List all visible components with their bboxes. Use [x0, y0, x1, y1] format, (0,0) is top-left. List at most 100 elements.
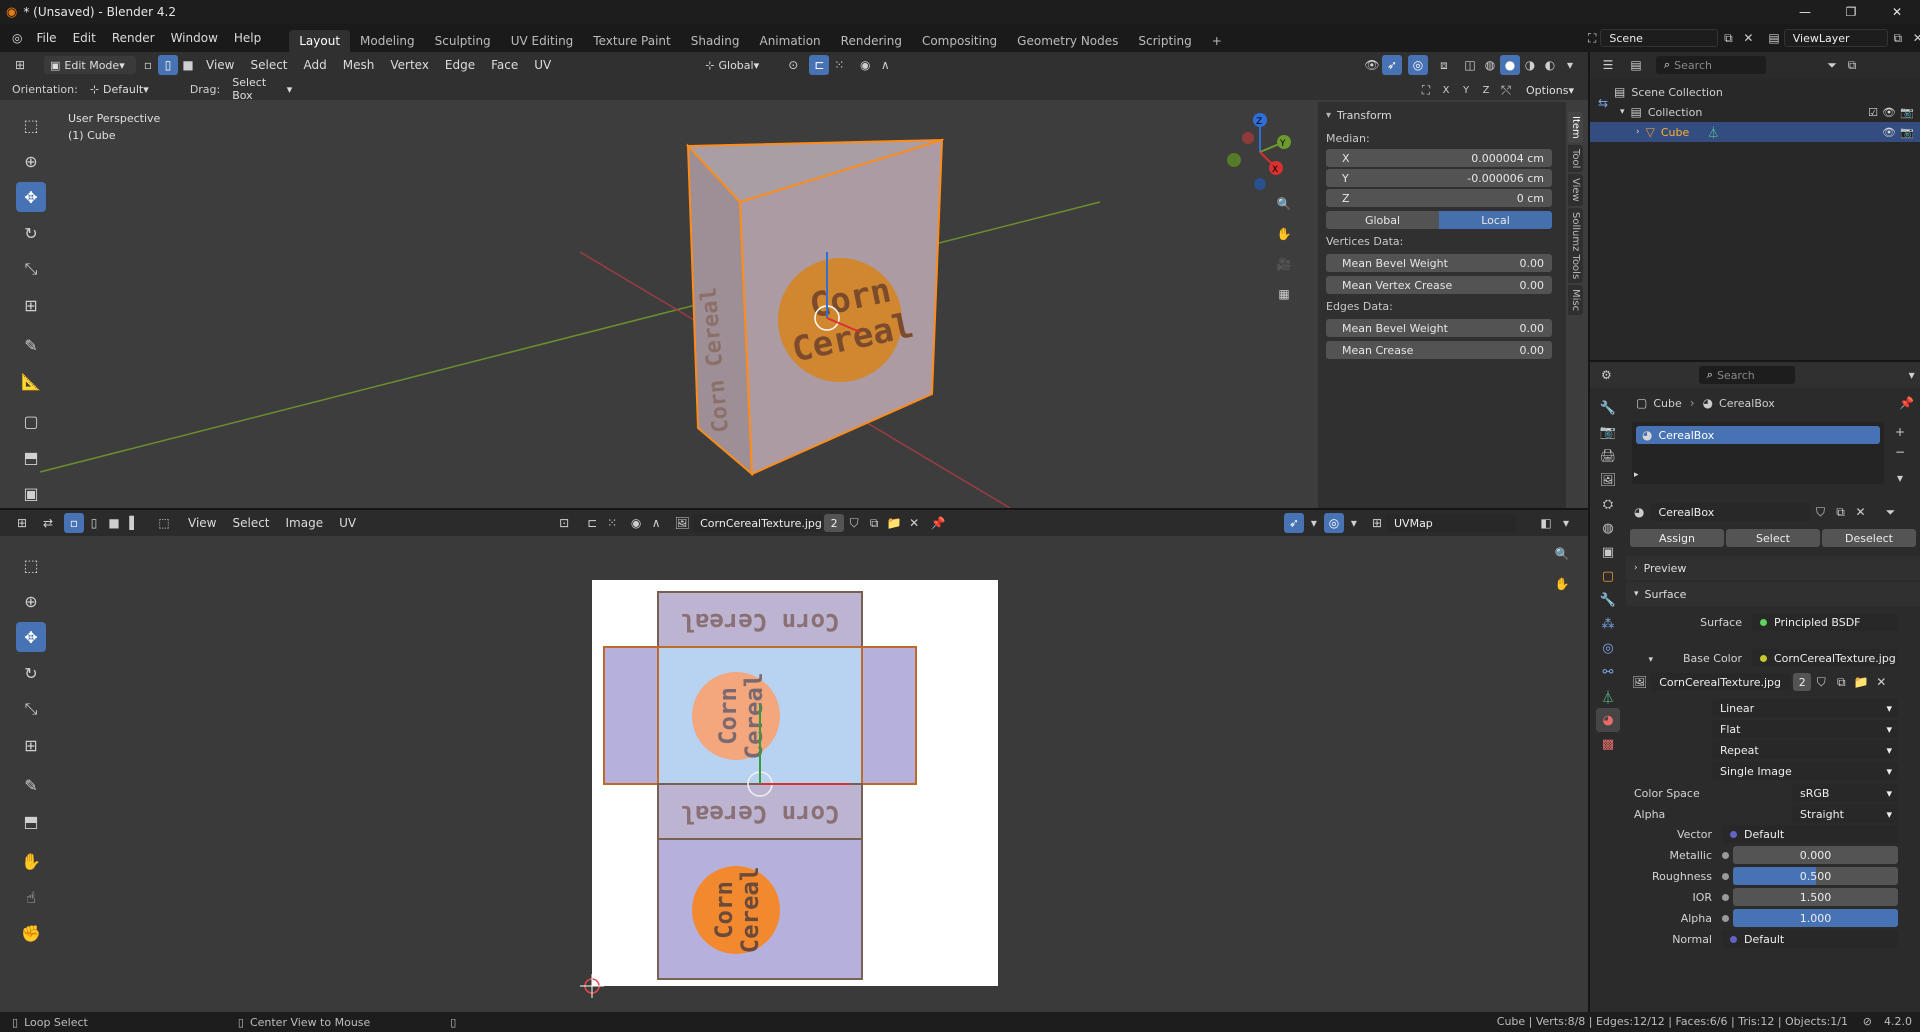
uv-transform-tool[interactable]: ⊞	[16, 730, 46, 760]
material-slot-item[interactable]: ◕ CerealBox	[1636, 426, 1880, 444]
color-space-dropdown[interactable]: sRGB ▾	[1792, 784, 1898, 802]
scale-tool[interactable]: ⤡	[16, 254, 46, 284]
tab-scripting[interactable]: Scripting	[1128, 30, 1201, 52]
pin-image-icon[interactable]: 📌	[928, 513, 948, 533]
expand-list-icon[interactable]: ▸	[1634, 470, 1639, 480]
roughness-slider[interactable]: 0.500	[1733, 867, 1898, 885]
median-z-field[interactable]: Z0 cm	[1326, 189, 1552, 207]
menu-window[interactable]: Window	[163, 31, 226, 45]
image-texture-browse-icon[interactable]: 🖼	[1632, 675, 1647, 689]
tab-sculpting[interactable]: Sculpting	[425, 30, 501, 52]
metallic-slider[interactable]: 0.000	[1733, 846, 1898, 864]
display-channels-dropdown-icon[interactable]: ▾	[1556, 513, 1576, 533]
slot-specials-button[interactable]: ▾	[1890, 468, 1910, 488]
texture-tab-icon[interactable]: ▩	[1596, 732, 1620, 756]
remove-scene-icon[interactable]: ✕	[1738, 28, 1758, 48]
tab-layout[interactable]: Layout	[289, 30, 351, 52]
mean-crease-field[interactable]: Mean Crease 0.00	[1326, 341, 1552, 359]
uv-vertex-select-icon[interactable]: ▫	[64, 513, 84, 533]
new-image-icon[interactable]: ⧉	[864, 513, 884, 533]
uv-move-tool[interactable]: ✥	[16, 622, 46, 652]
output-tab-icon[interactable]: 🖨	[1596, 444, 1620, 468]
uv-relax-tool[interactable]: ☝	[16, 882, 46, 912]
uv-menu-view[interactable]: View	[180, 516, 224, 530]
outliner-left-icon[interactable]: ⇆	[1598, 96, 1608, 110]
uv-menu-uv[interactable]: UV	[331, 516, 364, 530]
extension-dropdown[interactable]: Repeat ▾	[1712, 741, 1898, 759]
material-name-field[interactable]: CerealBox	[1650, 503, 1811, 521]
remove-slot-button[interactable]: −	[1890, 442, 1910, 462]
modifier-tab-icon[interactable]: 🔧	[1596, 588, 1620, 612]
outliner-editor-type-icon[interactable]: ☰	[1598, 55, 1618, 75]
transform-panel-title[interactable]: Transform	[1337, 109, 1392, 122]
median-x-field[interactable]: X 0.000004 cm	[1326, 149, 1552, 167]
extrude-tool[interactable]: ⬒	[16, 442, 46, 472]
uv-proportional-icon[interactable]: ◉	[626, 513, 646, 533]
menu-help[interactable]: Help	[226, 31, 269, 45]
tab-modeling[interactable]: Modeling	[350, 30, 425, 52]
tab-animation[interactable]: Animation	[749, 30, 830, 52]
cursor-tool[interactable]: ⊕	[16, 146, 46, 176]
properties-options-icon[interactable]: ▾	[1903, 365, 1920, 385]
normal-field[interactable]: Default	[1722, 930, 1898, 948]
uv-rip-tool[interactable]: ⬒	[16, 806, 46, 836]
properties-editor-type-icon[interactable]: ⚙	[1598, 365, 1615, 385]
preview-panel-header[interactable]: › Preview	[1626, 556, 1920, 580]
add-workspace-button[interactable]: +	[1202, 30, 1232, 52]
uv-snap-target-icon[interactable]: ⁙	[602, 513, 622, 533]
median-y-field[interactable]: Y -0.000006 cm	[1326, 169, 1552, 187]
uv-editor-type-icon[interactable]: ⊞	[12, 513, 32, 533]
uv-menu-image[interactable]: Image	[278, 516, 332, 530]
viewport-3d[interactable]: ⊞ ▣ Edit Mode ▾ ▫ ▯ ■ View Select Add Mes…	[0, 52, 1588, 508]
unlink-image-icon[interactable]: ✕	[904, 513, 924, 533]
move-tool[interactable]: ✥	[16, 182, 46, 212]
uv-zoom-icon[interactable]: 🔍	[1552, 544, 1572, 564]
menu-file[interactable]: File	[28, 31, 64, 45]
rotate-tool[interactable]: ↻	[16, 218, 46, 248]
assign-button[interactable]: Assign	[1630, 529, 1724, 547]
select-button[interactable]: Select	[1726, 529, 1820, 547]
cube-render-icon[interactable]: 📷	[1900, 126, 1914, 139]
transform-tool[interactable]: ⊞	[16, 290, 46, 320]
material-link-icon[interactable]: ⏷	[1880, 502, 1900, 522]
collection-exclude-checkbox[interactable]: ☑	[1868, 106, 1878, 119]
surface-panel-header[interactable]: ▾ Surface	[1626, 582, 1920, 606]
close-window-button[interactable]: ✕	[1874, 5, 1920, 19]
material-fake-user-icon[interactable]: ⛉	[1810, 502, 1830, 522]
base-color-field[interactable]: CornCerealTexture.jpg	[1752, 649, 1898, 667]
uv-face-select-icon[interactable]: ■	[104, 513, 124, 533]
camera-view-icon[interactable]: 🎥	[1274, 254, 1294, 274]
uv-menu-select[interactable]: Select	[224, 516, 277, 530]
tab-compositing[interactable]: Compositing	[912, 30, 1007, 52]
measure-tool[interactable]: 📐	[16, 366, 46, 396]
image-users-count[interactable]: 2	[824, 514, 845, 532]
uv-canvas[interactable]: Corn Cereal Corn Cereal Corn Cereal Corn…	[0, 536, 1588, 1012]
cube-object-label[interactable]: Cube	[1661, 126, 1689, 139]
mean-vertex-crease-field[interactable]: Mean Vertex Crease 0.00	[1326, 276, 1552, 294]
uv-scale-tool[interactable]: ⤡	[16, 694, 46, 724]
add-slot-button[interactable]: +	[1890, 422, 1910, 442]
uv-overlay-dropdown-icon[interactable]: ▾	[1344, 513, 1364, 533]
uv-sticky-mode-icon[interactable]: ⬚	[154, 513, 174, 533]
blender-menu-icon[interactable]: ◎	[12, 31, 22, 45]
image-texture-fake-user-icon[interactable]: ⛉	[1811, 672, 1831, 692]
annotate-tool[interactable]: ✎	[16, 330, 46, 360]
material-tab-icon[interactable]: ◕	[1596, 708, 1620, 732]
global-toggle[interactable]: Global	[1326, 211, 1439, 229]
alpha-mode-dropdown[interactable]: Straight ▾	[1792, 805, 1898, 823]
source-dropdown[interactable]: Single Image ▾	[1712, 762, 1898, 780]
new-scene-icon[interactable]: ⧉	[1718, 28, 1738, 48]
uv-pinch-tool[interactable]: ✊	[16, 918, 46, 948]
cereal-box-mesh[interactable]: Corn Cereal Corn Cereal	[670, 102, 990, 482]
image-texture-unlink-icon[interactable]: ✕	[1871, 672, 1891, 692]
uv-gizmo-icon[interactable]: ➶	[1283, 513, 1304, 533]
ior-field[interactable]: 1.500	[1733, 888, 1898, 906]
uv-cursor-tool[interactable]: ⊕	[16, 586, 46, 616]
uv-edge-select-icon[interactable]: ▯	[84, 513, 104, 533]
tab-sollumz-tools[interactable]: Sollumz Tools	[1568, 207, 1583, 284]
display-channels-icon[interactable]: ◧	[1536, 513, 1556, 533]
material-slot-list[interactable]: ◕ CerealBox	[1632, 422, 1884, 484]
uv-pivot-icon[interactable]: ⊡	[554, 513, 574, 533]
deselect-button[interactable]: Deselect	[1822, 529, 1916, 547]
render-tab-icon[interactable]: 📷	[1596, 420, 1620, 444]
